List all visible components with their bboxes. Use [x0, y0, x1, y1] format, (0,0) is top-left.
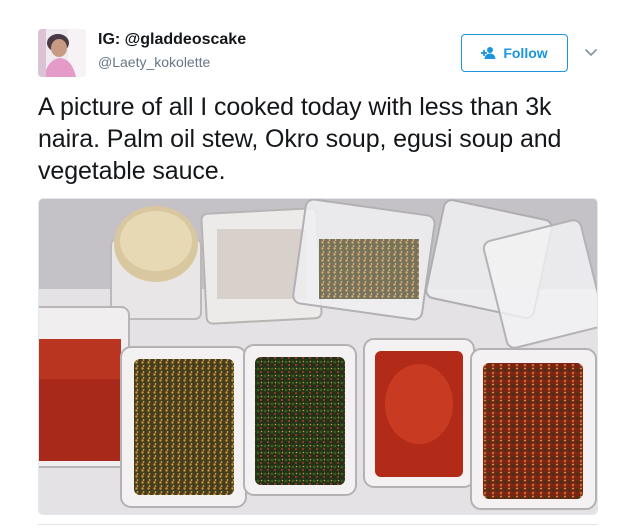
user-handle[interactable]: @Laety_kokolette: [98, 54, 210, 70]
avatar[interactable]: [38, 29, 86, 77]
display-name[interactable]: IG: @gladdeoscake: [98, 31, 246, 49]
tweet-text: A picture of all I cooked today with les…: [38, 93, 562, 185]
follow-button[interactable]: Follow: [461, 34, 568, 72]
follow-label: Follow: [503, 45, 548, 61]
add-user-icon: [481, 46, 497, 60]
chevron-down-icon[interactable]: [583, 44, 599, 60]
tweet-photo[interactable]: [38, 198, 598, 515]
divider: [38, 524, 598, 525]
